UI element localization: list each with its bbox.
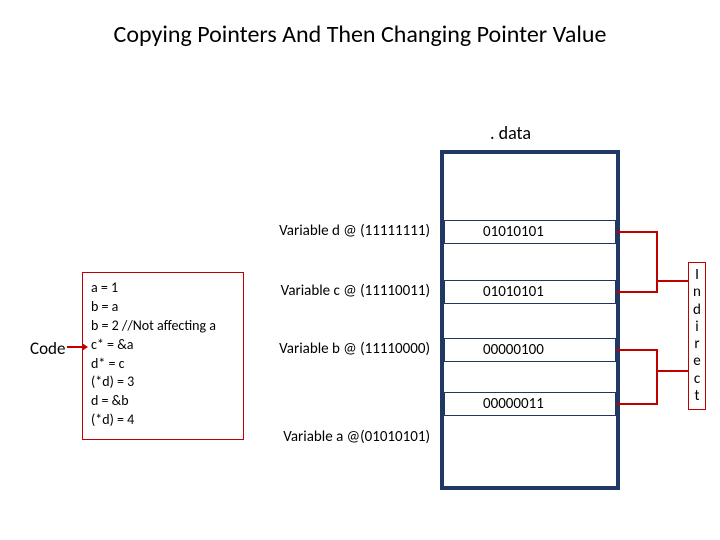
connector-line bbox=[656, 280, 688, 282]
connector-line bbox=[656, 370, 688, 372]
connector-line bbox=[616, 403, 658, 405]
code-line: d* = c bbox=[91, 355, 235, 374]
indirect-letter: n bbox=[689, 284, 705, 301]
connector-line bbox=[616, 291, 658, 293]
connector-line bbox=[656, 231, 658, 293]
memory-row-d: 01010101 bbox=[444, 220, 616, 244]
indirect-letter: c bbox=[689, 371, 705, 388]
code-line: a = 1 bbox=[91, 279, 235, 298]
indirect-letter: e bbox=[689, 353, 705, 370]
code-box: a = 1 b = a b = 2 //Not affecting a c* =… bbox=[82, 272, 244, 440]
indirect-letter: d bbox=[689, 302, 705, 319]
code-line: c* = &a bbox=[91, 336, 235, 355]
var-label-a: Variable a @(01010101) bbox=[252, 428, 430, 446]
indirect-letter: t bbox=[689, 388, 705, 405]
code-label: Code bbox=[30, 338, 65, 359]
code-line: b = 2 //Not affecting a bbox=[91, 317, 235, 336]
data-section-label: . data bbox=[490, 122, 531, 144]
code-line: b = a bbox=[91, 298, 235, 317]
code-line: (*d) = 3 bbox=[91, 373, 235, 392]
indirect-letter: i bbox=[689, 319, 705, 336]
code-line: (*d) = 4 bbox=[91, 411, 235, 430]
connector-line bbox=[616, 231, 658, 233]
indirect-letter: r bbox=[689, 336, 705, 353]
code-arrow-icon bbox=[67, 346, 83, 348]
page-title: Copying Pointers And Then Changing Point… bbox=[0, 20, 720, 49]
memory-container bbox=[440, 150, 620, 490]
var-label-d: Variable d @ (11111111) bbox=[252, 222, 430, 240]
memory-row-a: 00000011 bbox=[444, 392, 616, 416]
code-line: d = &b bbox=[91, 392, 235, 411]
memory-row-b: 00000100 bbox=[444, 338, 616, 362]
connector-line bbox=[656, 349, 658, 405]
var-label-b: Variable b @ (11110000) bbox=[252, 340, 430, 358]
connector-line bbox=[616, 349, 658, 351]
indirect-label-box: I n d i r e c t bbox=[688, 262, 706, 410]
memory-row-c: 01010101 bbox=[444, 280, 616, 304]
var-label-c: Variable c @ (11110011) bbox=[252, 282, 430, 300]
indirect-letter: I bbox=[689, 267, 705, 284]
